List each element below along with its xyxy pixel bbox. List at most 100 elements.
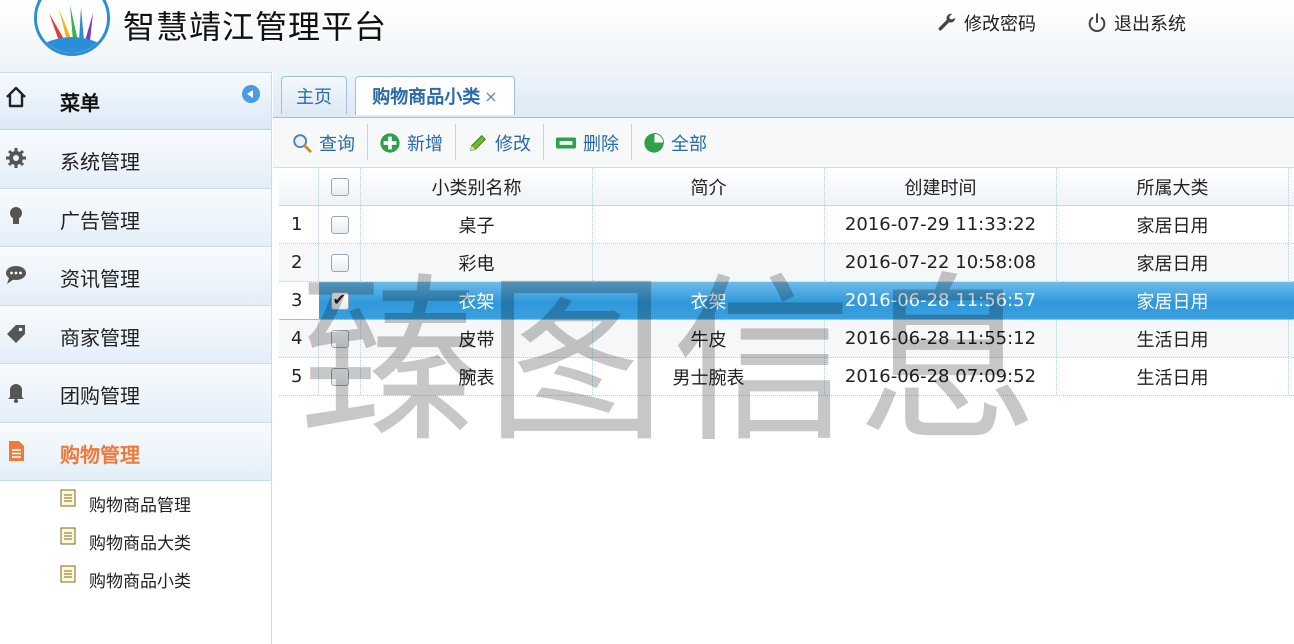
cell-desc: 衣架 — [690, 291, 727, 313]
gear-icon — [6, 148, 26, 168]
row-checkbox[interactable] — [330, 367, 349, 386]
file-icon — [60, 565, 76, 583]
show-all-button-label: 全部 — [671, 134, 707, 155]
sidebar: 菜单 系统管理 广告管理 资讯管理 商家管理 团购管理 购物管理 购物商品管理 … — [0, 72, 272, 644]
data-grid: 小类别名称 简介 创建时间 所属大类 1 桌子 2016-07-29 11:33… — [279, 168, 1294, 396]
toolbar-divider — [367, 124, 368, 160]
toolbar-divider — [455, 124, 456, 160]
sidebar-item-system[interactable]: 系统管理 — [0, 130, 271, 189]
row-select-cell — [319, 206, 361, 243]
select-all-checkbox[interactable] — [330, 177, 349, 196]
row-checkbox[interactable] — [330, 253, 349, 272]
sidebar-item-label: 资讯管理 — [60, 267, 140, 291]
row-checkbox[interactable] — [330, 290, 349, 310]
sidebar-item-label: 商家管理 — [60, 325, 140, 350]
row-select-cell — [319, 320, 361, 357]
submenu-item-label: 购物商品小类 — [89, 572, 191, 592]
cell-created: 2016-06-28 07:09:52 — [825, 358, 1057, 395]
plus-icon — [380, 133, 400, 153]
logout-label: 退出系统 — [1114, 14, 1186, 35]
logout-link[interactable]: 退出系统 — [1086, 10, 1186, 36]
add-button-label: 新增 — [407, 134, 443, 155]
row-select-cell — [319, 282, 361, 319]
submenu-item-label: 购物商品大类 — [89, 534, 191, 554]
file-icon — [60, 527, 76, 545]
sidebar-item-groupbuy[interactable]: 团购管理 — [0, 364, 271, 423]
table-row[interactable]: 5 腕表 男士腕表 2016-06-28 07:09:52 生活日用 — [279, 358, 1294, 396]
cell-created: 2016-07-29 11:33:22 — [825, 206, 1057, 243]
edit-button[interactable]: 修改 — [467, 128, 531, 158]
submenu-item-subcategories[interactable]: 购物商品小类 — [0, 561, 271, 599]
sidebar-item-news[interactable]: 资讯管理 — [0, 247, 271, 306]
sidebar-item-shopping[interactable]: 购物管理 — [0, 422, 271, 481]
table-row[interactable]: 2 彩电 2016-07-22 10:58:08 家居日用 — [279, 244, 1294, 282]
document-icon — [9, 440, 24, 461]
add-button[interactable]: 新增 — [379, 128, 443, 158]
app-title: 智慧靖江管理平台 — [123, 8, 388, 46]
rownum-header — [279, 168, 319, 205]
sidebar-item-label: 系统管理 — [60, 150, 140, 174]
main-panel: 主页 购物商品小类 × 查询 新增 修改 删除 全部 小类别名称 简介 创建时间… — [273, 72, 1294, 644]
pencil-icon — [470, 135, 486, 151]
cell-desc: 男士腕表 — [593, 358, 825, 395]
tab-label: 主页 — [296, 86, 332, 108]
search-icon — [293, 134, 312, 153]
edit-button-label: 修改 — [495, 134, 531, 155]
row-checkbox[interactable] — [330, 215, 349, 234]
close-icon[interactable]: × — [484, 87, 497, 106]
delete-button[interactable]: 删除 — [555, 128, 619, 158]
cell-created: 2016-06-28 11:56:57 — [844, 290, 1037, 311]
delete-button-label: 删除 — [583, 134, 619, 155]
cell-desc: 牛皮 — [593, 320, 825, 357]
table-row[interactable]: 1 桌子 2016-07-29 11:33:22 家居日用 — [279, 206, 1294, 244]
row-number: 2 — [279, 244, 319, 281]
grid-header: 小类别名称 简介 创建时间 所属大类 — [279, 168, 1294, 206]
sidebar-item-label: 团购管理 — [60, 384, 140, 408]
cell-category: 家居日用 — [1057, 244, 1289, 281]
column-header-created[interactable]: 创建时间 — [825, 168, 1057, 205]
tab-bar: 主页 购物商品小类 × — [273, 72, 1294, 118]
menu-label: 菜单 — [60, 91, 100, 115]
cell-name: 腕表 — [361, 358, 593, 395]
column-header-name[interactable]: 小类别名称 — [361, 168, 593, 205]
sidebar-item-ads[interactable]: 广告管理 — [0, 188, 271, 247]
show-all-button[interactable]: 全部 — [643, 128, 707, 158]
bulb-icon — [10, 206, 22, 224]
tab-home[interactable]: 主页 — [281, 76, 347, 114]
cell-name: 桌子 — [361, 206, 593, 243]
menu-header: 菜单 — [0, 72, 271, 130]
submenu-item-products[interactable]: 购物商品管理 — [0, 485, 271, 523]
power-icon — [1088, 13, 1106, 32]
cell-created: 2016-07-22 10:58:08 — [825, 244, 1057, 281]
cell-name: 衣架 — [458, 291, 495, 313]
table-row-selected[interactable]: 3 衣架 衣架 2016-06-28 11:56:57 家居日用 — [279, 282, 1294, 320]
cell-created: 2016-06-28 11:55:12 — [825, 320, 1057, 357]
home-icon — [6, 86, 26, 108]
submenu-item-label: 购物商品管理 — [89, 496, 191, 516]
toolbar: 查询 新增 修改 删除 全部 — [273, 118, 1294, 168]
change-password-label: 修改密码 — [964, 14, 1036, 35]
row-select-cell — [319, 358, 361, 395]
tab-subcategories[interactable]: 购物商品小类 × — [355, 76, 515, 115]
row-checkbox[interactable] — [330, 329, 349, 348]
search-button-label: 查询 — [319, 134, 355, 155]
cell-name: 彩电 — [361, 244, 593, 281]
cell-name: 皮带 — [361, 320, 593, 357]
pie-chart-icon — [644, 132, 665, 153]
app-logo — [34, 0, 110, 56]
collapse-sidebar-icon[interactable] — [242, 85, 260, 103]
row-select-cell — [319, 244, 361, 281]
tag-icon — [7, 324, 25, 343]
submenu-item-categories[interactable]: 购物商品大类 — [0, 523, 271, 561]
sidebar-item-merchants[interactable]: 商家管理 — [0, 305, 271, 364]
column-header-category[interactable]: 所属大类 — [1057, 168, 1289, 205]
column-header-desc[interactable]: 简介 — [593, 168, 825, 205]
search-button[interactable]: 查询 — [291, 128, 355, 158]
change-password-link[interactable]: 修改密码 — [936, 10, 1036, 36]
file-icon — [60, 489, 76, 507]
toolbar-divider — [543, 124, 544, 160]
table-row[interactable]: 4 皮带 牛皮 2016-06-28 11:55:12 生活日用 — [279, 320, 1294, 358]
wrench-icon — [938, 13, 956, 31]
cell-category: 生活日用 — [1057, 358, 1289, 395]
app-header: 智慧靖江管理平台 修改密码 退出系统 — [0, 0, 1294, 72]
